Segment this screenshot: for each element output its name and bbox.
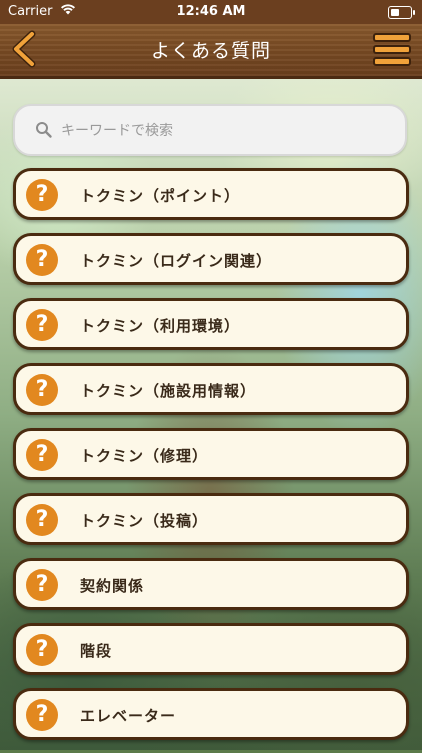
search-box[interactable] (13, 104, 407, 156)
faq-category-item[interactable]: ? 契約関係 (13, 558, 409, 610)
faq-category-item[interactable]: ? トクミン（ポイント） (13, 168, 409, 220)
faq-category-label: 階段 (80, 642, 113, 660)
question-icon: ? (26, 569, 58, 601)
question-icon: ? (26, 309, 58, 341)
search-icon (35, 121, 53, 143)
question-icon: ? (26, 179, 58, 211)
question-icon: ? (26, 699, 58, 731)
question-icon: ? (26, 244, 58, 276)
faq-category-list: ? トクミン（ポイント） ? トクミン（ログイン関連） ? トクミン（利用環境）… (13, 168, 409, 753)
battery-icon (388, 6, 415, 19)
faq-category-label: エレベーター (80, 707, 177, 725)
page-title: よくある質問 (150, 40, 271, 62)
faq-category-label: トクミン（施設用情報） (80, 382, 257, 400)
menu-button[interactable] (372, 29, 412, 69)
status-bar: Carrier 12:46 AM (0, 0, 422, 24)
faq-category-label: トクミン（ログイン関連） (80, 252, 273, 270)
clock: 12:46 AM (176, 4, 246, 19)
search-input[interactable] (59, 118, 393, 144)
question-icon: ? (26, 439, 58, 471)
faq-category-label: 契約関係 (80, 577, 145, 595)
faq-category-item[interactable]: ? トクミン（ログイン関連） (13, 233, 409, 285)
faq-category-item[interactable]: ? エレベーター (13, 688, 409, 740)
faq-category-label: トクミン（ポイント） (80, 187, 241, 205)
question-icon: ? (26, 374, 58, 406)
faq-category-item[interactable]: ? 階段 (13, 623, 409, 675)
question-icon: ? (26, 504, 58, 536)
hamburger-menu-icon (373, 33, 411, 66)
faq-category-label: トクミン（修理） (80, 447, 209, 465)
faq-category-label: トクミン（投稿） (80, 512, 209, 530)
faq-category-label: トクミン（利用環境） (80, 317, 241, 335)
faq-category-item[interactable]: ? トクミン（利用環境） (13, 298, 409, 350)
navigation-bar: よくある質問 (0, 24, 422, 79)
question-icon: ? (26, 634, 58, 666)
faq-category-item[interactable]: ? トクミン（施設用情報） (13, 363, 409, 415)
faq-category-item[interactable]: ? トクミン（修理） (13, 428, 409, 480)
faq-category-item[interactable]: ? トクミン（投稿） (13, 493, 409, 545)
